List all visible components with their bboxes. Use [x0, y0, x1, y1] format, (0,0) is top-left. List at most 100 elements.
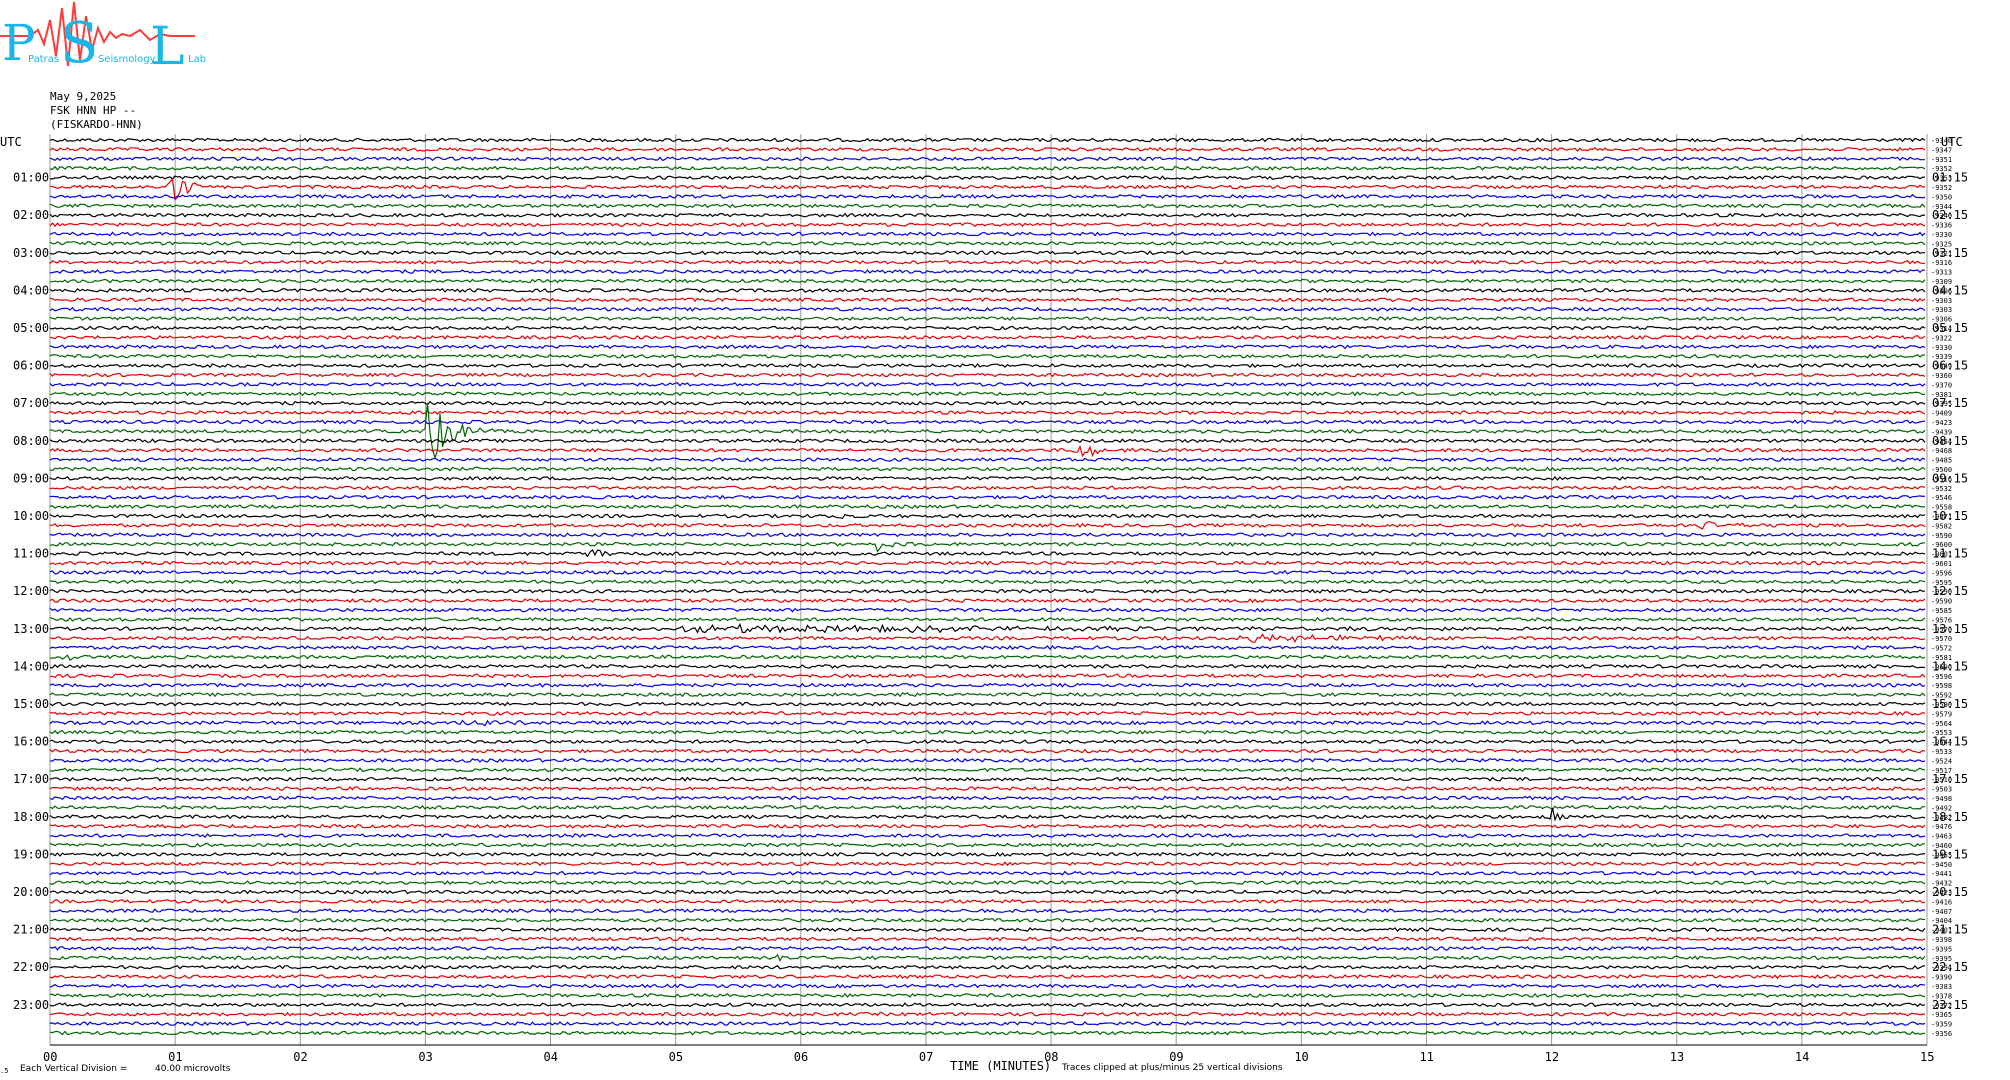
- x-tick-label: 03: [418, 1050, 432, 1064]
- seismic-trace: [49, 306, 1926, 312]
- seismic-trace: [49, 466, 1926, 472]
- hour-label-right: 20:15: [1932, 885, 1968, 899]
- seismic-trace: [49, 767, 1926, 773]
- hour-label-left: 10:00: [13, 509, 49, 523]
- seismic-trace: [49, 419, 1926, 425]
- seismic-trace: [49, 372, 1926, 378]
- seismic-trace: [49, 494, 1926, 500]
- seismic-trace: [49, 795, 1926, 801]
- x-tick-label: 01: [168, 1050, 182, 1064]
- seismic-trace: [50, 549, 1926, 558]
- seismic-trace: [49, 457, 1926, 463]
- x-tick-label: 12: [1545, 1050, 1559, 1064]
- trace-offset-label: -9590: [1931, 532, 1952, 540]
- x-tick-label: 00: [43, 1050, 57, 1064]
- seismic-trace: [49, 588, 1926, 594]
- seismic-trace: [49, 316, 1926, 322]
- seismic-trace: [49, 673, 1926, 679]
- trace-offset-label: -9532: [1931, 485, 1952, 493]
- seismic-trace: [49, 287, 1926, 293]
- seismic-trace: [49, 719, 1926, 727]
- clipping-note: Traces clipped at plus/minus 25 vertical…: [1061, 1063, 1283, 1073]
- trace-offset-label: -9596: [1931, 673, 1952, 681]
- hour-label-right: 08:15: [1932, 434, 1968, 448]
- seismic-trace: [49, 622, 1926, 634]
- trace-offset-label: -9524: [1931, 757, 1952, 765]
- trace-offset-label: -9383: [1931, 983, 1952, 991]
- seismic-trace: [49, 259, 1926, 265]
- trace-offset-label: -9601: [1931, 560, 1952, 568]
- seismic-trace: [49, 645, 1926, 651]
- seismic-trace: [49, 739, 1926, 744]
- x-tick-label: 02: [293, 1050, 307, 1064]
- x-tick-label: 09: [1169, 1050, 1183, 1064]
- seismic-trace: [49, 513, 1926, 519]
- seismic-trace: [49, 889, 1926, 895]
- seismic-trace: [49, 521, 1926, 530]
- seismic-trace: [49, 804, 1925, 810]
- hour-label-right: 16:15: [1932, 735, 1968, 749]
- trace-offset-label: -9398: [1931, 936, 1952, 944]
- hour-label-left: 19:00: [13, 847, 49, 861]
- hour-label-right: 09:15: [1932, 471, 1968, 485]
- seismic-trace: [49, 165, 1926, 171]
- trace-offset-label: -9579: [1931, 710, 1952, 718]
- hour-label-right: 05:15: [1932, 321, 1968, 335]
- hour-label-right: 14:15: [1932, 659, 1968, 673]
- seismic-trace: [49, 807, 1926, 822]
- seismic-trace: [49, 278, 1926, 284]
- trace-offset-label: -9407: [1931, 908, 1952, 916]
- seismic-trace: [49, 908, 1926, 914]
- x-tick-label: 08: [1044, 1050, 1058, 1064]
- seismic-trace: [49, 870, 1926, 876]
- trace-offset-label: -9409: [1931, 410, 1952, 418]
- seismic-trace: [49, 654, 1926, 661]
- hour-label-left: 20:00: [13, 885, 49, 899]
- seismic-trace: [49, 927, 1926, 933]
- trace-offset-label: -9590: [1931, 598, 1952, 606]
- trace-offset-label: -9564: [1931, 720, 1952, 728]
- seismic-trace: [49, 607, 1926, 613]
- trace-offset-label: -9598: [1931, 682, 1952, 690]
- hour-label-right: 10:15: [1932, 509, 1968, 523]
- seismic-trace: [49, 222, 1926, 228]
- seismic-trace: [49, 212, 1926, 218]
- seismic-trace: [49, 974, 1926, 980]
- x-tick-label: 06: [794, 1050, 808, 1064]
- hour-label-left: 07:00: [13, 396, 49, 410]
- hour-label-right: 04:15: [1932, 283, 1968, 297]
- seismic-trace: [49, 353, 1926, 359]
- helicorder-chart: UTC UTC TIME (MINUTES) Traces clipped at…: [0, 134, 1968, 1075]
- hour-label-left: 15:00: [13, 697, 49, 711]
- trace-offset-label: -9503: [1931, 786, 1952, 794]
- trace-offset-label: -9416: [1931, 898, 1952, 906]
- trace-offset-label: -9476: [1931, 823, 1952, 831]
- seismic-trace: [49, 682, 1926, 688]
- trace-offset-label: -9340: [1931, 137, 1952, 145]
- hour-label-left: 09:00: [13, 471, 49, 485]
- seismic-trace: [49, 898, 1926, 904]
- hour-label-left: 22:00: [13, 960, 49, 974]
- hour-label-right: 03:15: [1932, 246, 1968, 260]
- x-tick-label: 10: [1294, 1050, 1308, 1064]
- trace-offset-label: -9316: [1931, 259, 1952, 267]
- trace-offset-label: -9330: [1931, 231, 1952, 239]
- seismic-trace: [49, 964, 1926, 970]
- hour-label-right: 21:15: [1932, 923, 1968, 937]
- seismic-trace: [49, 269, 1926, 274]
- x-tick-label: 11: [1419, 1050, 1433, 1064]
- hour-label-right: 18:15: [1932, 810, 1968, 824]
- trace-offset-label: -9450: [1931, 861, 1952, 869]
- seismic-trace: [49, 776, 1925, 782]
- trace-offset-label: -9347: [1931, 146, 1952, 154]
- time-axis-title: TIME (MINUTES): [950, 1059, 1051, 1073]
- hour-label-right: 01:15: [1932, 171, 1968, 185]
- trace-offset-label: -9365: [1931, 1011, 1952, 1019]
- trace-offset-label: -9322: [1931, 334, 1952, 342]
- x-tick-label: 14: [1795, 1050, 1809, 1064]
- hour-label-left: 02:00: [13, 208, 49, 222]
- seismic-trace: [49, 710, 1926, 716]
- seismic-trace: [49, 240, 1926, 246]
- seismic-trace: [49, 983, 1926, 989]
- seismic-trace: [49, 156, 1925, 162]
